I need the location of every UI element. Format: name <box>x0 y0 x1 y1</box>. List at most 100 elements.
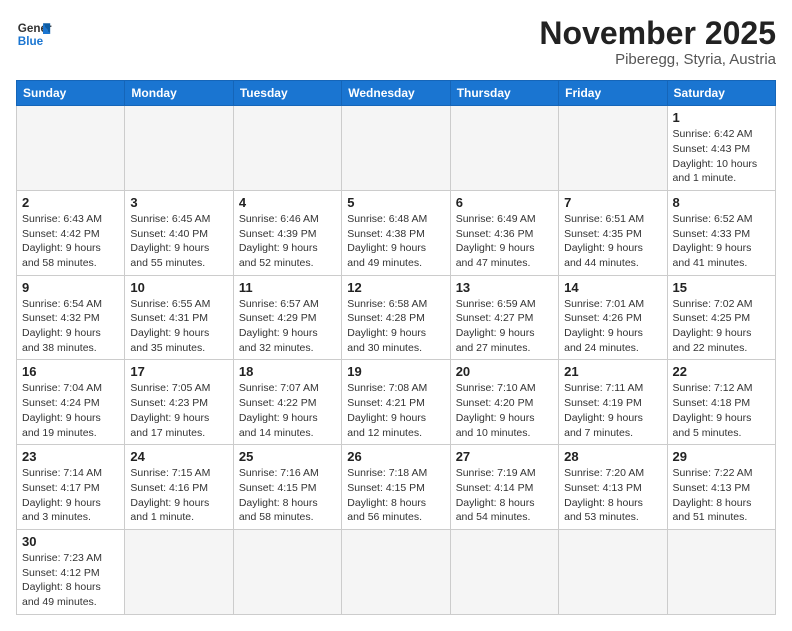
day-number: 11 <box>239 280 336 295</box>
day-info: Sunrise: 6:48 AM Sunset: 4:38 PM Dayligh… <box>347 212 444 271</box>
calendar-cell: 7 Sunrise: 6:51 AM Sunset: 4:35 PM Daylig… <box>559 190 667 275</box>
calendar-cell: 16Sunrise: 7:04 AM Sunset: 4:24 PM Dayli… <box>17 360 125 445</box>
calendar-header-sunday: Sunday <box>17 81 125 106</box>
calendar-cell: 15 Sunrise: 7:02 AM Sunset: 4:25 PM Dayli… <box>667 275 775 360</box>
title-block: November 2025 Piberegg, Styria, Austria <box>539 16 776 68</box>
calendar-cell: 22Sunrise: 7:12 AM Sunset: 4:18 PM Dayli… <box>667 360 775 445</box>
calendar-week-row: 2 Sunrise: 6:43 AM Sunset: 4:42 PM Daylig… <box>17 190 776 275</box>
calendar-week-row: 16Sunrise: 7:04 AM Sunset: 4:24 PM Dayli… <box>17 360 776 445</box>
calendar-cell: 14 Sunrise: 7:01 AM Sunset: 4:26 PM Dayli… <box>559 275 667 360</box>
logo-icon: General Blue <box>16 16 52 52</box>
day-info: Sunrise: 7:05 AM Sunset: 4:23 PM Dayligh… <box>130 381 227 440</box>
day-info: Sunrise: 7:23 AM Sunset: 4:12 PM Dayligh… <box>22 551 119 610</box>
calendar-cell: 12 Sunrise: 6:58 AM Sunset: 4:28 PM Dayli… <box>342 275 450 360</box>
day-info: Sunrise: 6:59 AM Sunset: 4:27 PM Dayligh… <box>456 297 553 356</box>
calendar-week-row: 23Sunrise: 7:14 AM Sunset: 4:17 PM Dayli… <box>17 445 776 530</box>
calendar-cell: 21Sunrise: 7:11 AM Sunset: 4:19 PM Dayli… <box>559 360 667 445</box>
month-title: November 2025 <box>539 16 776 51</box>
day-info: Sunrise: 6:46 AM Sunset: 4:39 PM Dayligh… <box>239 212 336 271</box>
day-info: Sunrise: 7:01 AM Sunset: 4:26 PM Dayligh… <box>564 297 661 356</box>
calendar-week-row: 9Sunrise: 6:54 AM Sunset: 4:32 PM Daylig… <box>17 275 776 360</box>
calendar-cell: 26 Sunrise: 7:18 AM Sunset: 4:15 PM Dayli… <box>342 445 450 530</box>
calendar-header-monday: Monday <box>125 81 233 106</box>
day-number: 13 <box>456 280 553 295</box>
day-number: 20 <box>456 364 553 379</box>
day-number: 6 <box>456 195 553 210</box>
calendar-table: SundayMondayTuesdayWednesdayThursdayFrid… <box>16 80 776 615</box>
day-number: 5 <box>347 195 444 210</box>
calendar-cell: 23Sunrise: 7:14 AM Sunset: 4:17 PM Dayli… <box>17 445 125 530</box>
calendar-cell <box>17 106 125 191</box>
day-number: 22 <box>673 364 770 379</box>
calendar-cell <box>125 529 233 614</box>
calendar-header-friday: Friday <box>559 81 667 106</box>
page-header: General Blue November 2025 Piberegg, Sty… <box>16 16 776 68</box>
calendar-header-tuesday: Tuesday <box>233 81 341 106</box>
day-info: Sunrise: 7:04 AM Sunset: 4:24 PM Dayligh… <box>22 381 119 440</box>
day-number: 3 <box>130 195 227 210</box>
calendar-cell: 2 Sunrise: 6:43 AM Sunset: 4:42 PM Daylig… <box>17 190 125 275</box>
calendar-header-thursday: Thursday <box>450 81 558 106</box>
calendar-cell: 9Sunrise: 6:54 AM Sunset: 4:32 PM Daylig… <box>17 275 125 360</box>
day-info: Sunrise: 6:49 AM Sunset: 4:36 PM Dayligh… <box>456 212 553 271</box>
day-info: Sunrise: 7:20 AM Sunset: 4:13 PM Dayligh… <box>564 466 661 525</box>
calendar-cell <box>559 529 667 614</box>
calendar-cell: 24 Sunrise: 7:15 AM Sunset: 4:16 PM Dayli… <box>125 445 233 530</box>
day-info: Sunrise: 7:22 AM Sunset: 4:13 PM Dayligh… <box>673 466 770 525</box>
day-info: Sunrise: 6:57 AM Sunset: 4:29 PM Dayligh… <box>239 297 336 356</box>
calendar-cell <box>342 529 450 614</box>
svg-text:Blue: Blue <box>18 35 44 48</box>
day-info: Sunrise: 6:58 AM Sunset: 4:28 PM Dayligh… <box>347 297 444 356</box>
calendar-cell: 18 Sunrise: 7:07 AM Sunset: 4:22 PM Dayli… <box>233 360 341 445</box>
day-info: Sunrise: 6:54 AM Sunset: 4:32 PM Dayligh… <box>22 297 119 356</box>
day-info: Sunrise: 6:42 AM Sunset: 4:43 PM Dayligh… <box>673 127 770 186</box>
day-info: Sunrise: 6:55 AM Sunset: 4:31 PM Dayligh… <box>130 297 227 356</box>
day-info: Sunrise: 7:10 AM Sunset: 4:20 PM Dayligh… <box>456 381 553 440</box>
calendar-cell: 28 Sunrise: 7:20 AM Sunset: 4:13 PM Dayli… <box>559 445 667 530</box>
calendar-header-row: SundayMondayTuesdayWednesdayThursdayFrid… <box>17 81 776 106</box>
day-info: Sunrise: 7:14 AM Sunset: 4:17 PM Dayligh… <box>22 466 119 525</box>
calendar-week-row: 30 Sunrise: 7:23 AM Sunset: 4:12 PM Dayli… <box>17 529 776 614</box>
day-number: 2 <box>22 195 119 210</box>
calendar-cell: 19Sunrise: 7:08 AM Sunset: 4:21 PM Dayli… <box>342 360 450 445</box>
day-number: 8 <box>673 195 770 210</box>
day-number: 24 <box>130 449 227 464</box>
day-number: 30 <box>22 534 119 549</box>
calendar-cell: 13 Sunrise: 6:59 AM Sunset: 4:27 PM Dayli… <box>450 275 558 360</box>
day-info: Sunrise: 6:52 AM Sunset: 4:33 PM Dayligh… <box>673 212 770 271</box>
day-number: 12 <box>347 280 444 295</box>
calendar-cell: 1 Sunrise: 6:42 AM Sunset: 4:43 PM Daylig… <box>667 106 775 191</box>
calendar-cell: 6 Sunrise: 6:49 AM Sunset: 4:36 PM Daylig… <box>450 190 558 275</box>
location: Piberegg, Styria, Austria <box>539 51 776 68</box>
day-info: Sunrise: 7:16 AM Sunset: 4:15 PM Dayligh… <box>239 466 336 525</box>
day-number: 17 <box>130 364 227 379</box>
calendar-cell <box>233 106 341 191</box>
day-number: 4 <box>239 195 336 210</box>
day-info: Sunrise: 7:18 AM Sunset: 4:15 PM Dayligh… <box>347 466 444 525</box>
day-info: Sunrise: 7:15 AM Sunset: 4:16 PM Dayligh… <box>130 466 227 525</box>
calendar-cell <box>559 106 667 191</box>
day-info: Sunrise: 6:43 AM Sunset: 4:42 PM Dayligh… <box>22 212 119 271</box>
day-info: Sunrise: 7:02 AM Sunset: 4:25 PM Dayligh… <box>673 297 770 356</box>
calendar-cell <box>125 106 233 191</box>
calendar-cell: 30 Sunrise: 7:23 AM Sunset: 4:12 PM Dayli… <box>17 529 125 614</box>
day-number: 7 <box>564 195 661 210</box>
day-number: 21 <box>564 364 661 379</box>
calendar-cell: 17 Sunrise: 7:05 AM Sunset: 4:23 PM Dayli… <box>125 360 233 445</box>
day-number: 28 <box>564 449 661 464</box>
day-number: 18 <box>239 364 336 379</box>
day-number: 1 <box>673 110 770 125</box>
day-number: 26 <box>347 449 444 464</box>
calendar-cell: 3Sunrise: 6:45 AM Sunset: 4:40 PM Daylig… <box>125 190 233 275</box>
calendar-cell <box>233 529 341 614</box>
day-info: Sunrise: 6:51 AM Sunset: 4:35 PM Dayligh… <box>564 212 661 271</box>
calendar-cell: 4 Sunrise: 6:46 AM Sunset: 4:39 PM Daylig… <box>233 190 341 275</box>
day-number: 14 <box>564 280 661 295</box>
day-info: Sunrise: 7:19 AM Sunset: 4:14 PM Dayligh… <box>456 466 553 525</box>
day-number: 15 <box>673 280 770 295</box>
calendar-cell: 27Sunrise: 7:19 AM Sunset: 4:14 PM Dayli… <box>450 445 558 530</box>
day-info: Sunrise: 7:07 AM Sunset: 4:22 PM Dayligh… <box>239 381 336 440</box>
calendar-cell: 5 Sunrise: 6:48 AM Sunset: 4:38 PM Daylig… <box>342 190 450 275</box>
day-info: Sunrise: 7:08 AM Sunset: 4:21 PM Dayligh… <box>347 381 444 440</box>
calendar-header-saturday: Saturday <box>667 81 775 106</box>
